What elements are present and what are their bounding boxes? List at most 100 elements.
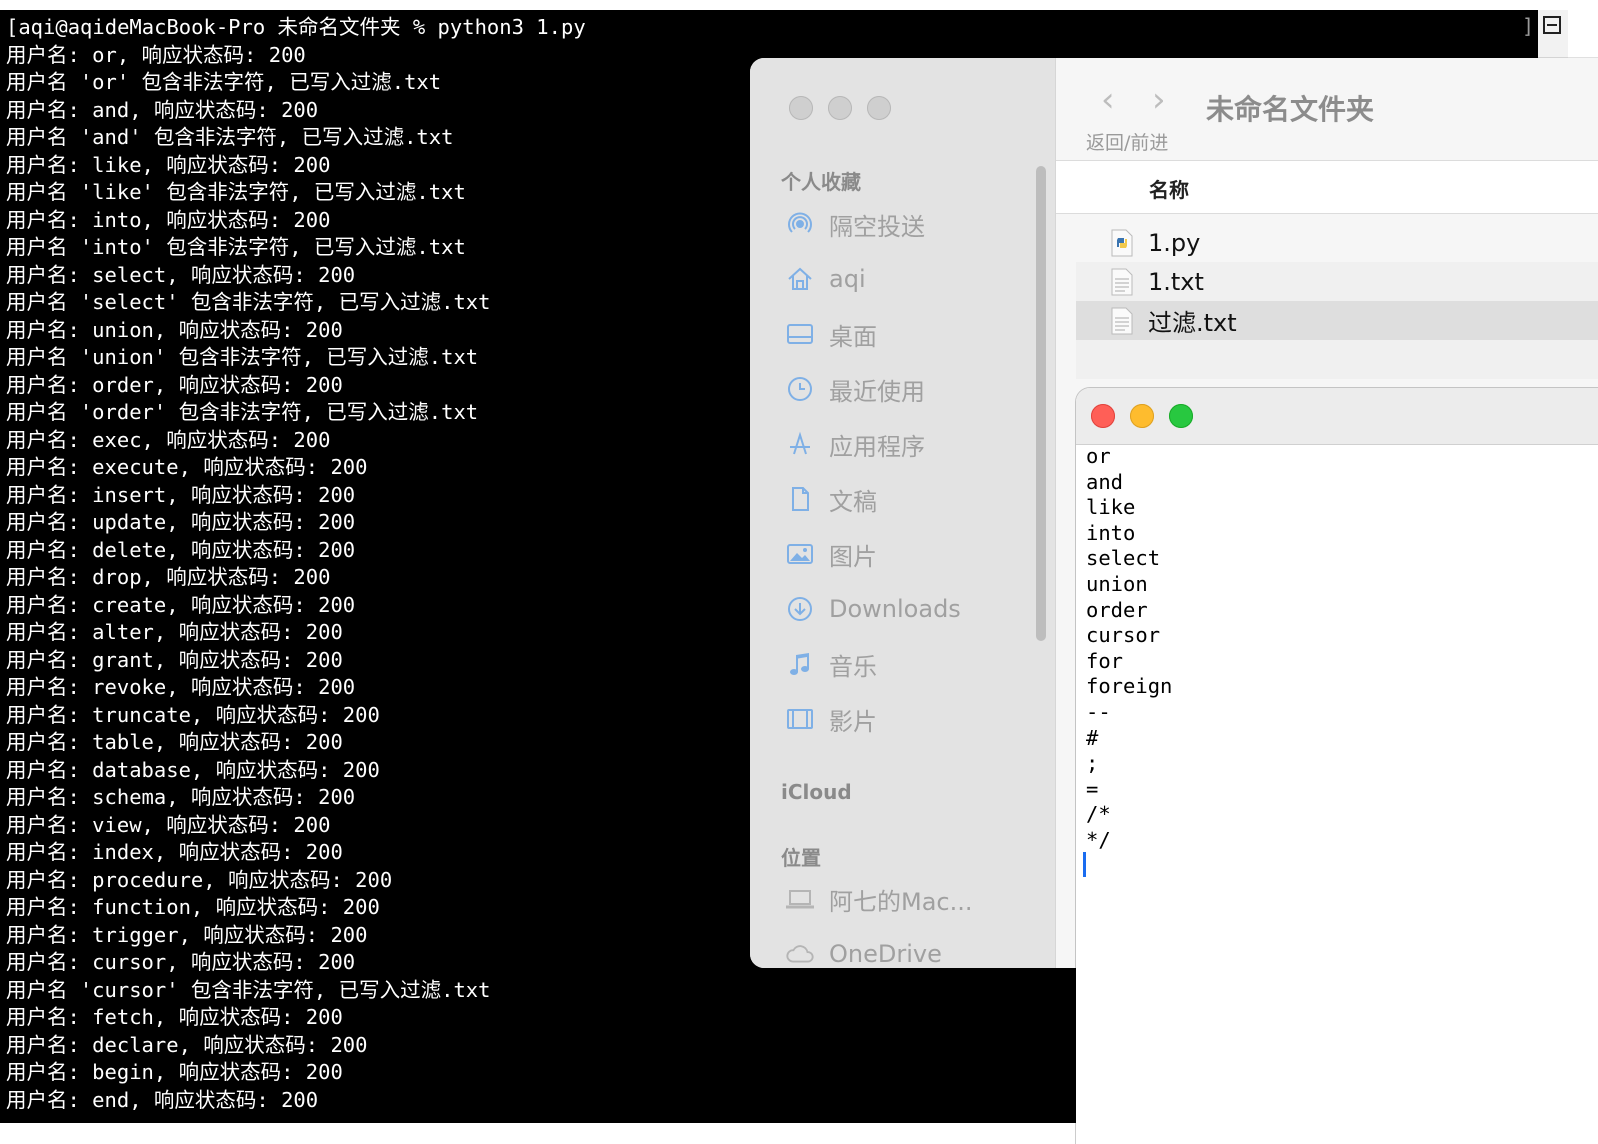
sidebar-item-label: 最近使用 [829, 377, 925, 406]
terminal-line: 用户名 'or' 包含非法字符, 已写入过滤.txt [6, 70, 442, 94]
text-line: # [1086, 725, 1099, 750]
file-row[interactable]: 1.txt [1076, 262, 1598, 301]
terminal-line: 用户名: begin, 响应状态码: 200 [6, 1060, 343, 1084]
terminal-line: 用户名: index, 响应状态码: 200 [6, 840, 343, 864]
terminal-line: 用户名: declare, 响应状态码: 200 [6, 1032, 368, 1057]
sidebar-item-label: 应用程序 [829, 432, 925, 461]
terminal-line: [aqi@aqideMacBook-Pro 未命名文件夹 % python3 1… [6, 15, 586, 39]
text-line: /* [1086, 802, 1111, 827]
sidebar-header-icloud: iCloud [781, 780, 852, 804]
finder-sidebar: 个人收藏 隔空投送 aqi 桌面 最近使用 应用程序 文稿 图片 Downloa… [750, 58, 1055, 968]
terminal-line: 用户名: into, 响应状态码: 200 [6, 207, 331, 232]
text-line: for [1086, 648, 1124, 673]
terminal-line: 用户名: and, 响应状态码: 200 [6, 97, 319, 122]
desktop-icon [785, 319, 815, 349]
file-list: 1.py 1.txt 过滤.txt [1076, 223, 1598, 379]
sidebar-item-movies[interactable]: 影片 [785, 699, 877, 739]
text-cursor [1083, 852, 1086, 877]
clock-icon [785, 374, 815, 404]
terminal-line: 用户名 'and' 包含非法字符, 已写入过滤.txt [6, 125, 454, 149]
music-icon [785, 649, 815, 679]
photo-icon [785, 539, 815, 569]
text-line: = [1086, 776, 1099, 801]
file-name: 1.py [1148, 228, 1201, 257]
applications-icon [785, 429, 815, 459]
sidebar-item-label: 图片 [829, 542, 877, 571]
text-line: foreign [1086, 674, 1173, 699]
python-file-icon [1110, 229, 1134, 257]
laptop-icon [785, 884, 815, 914]
download-icon [785, 594, 815, 624]
sidebar-item-applications[interactable]: 应用程序 [785, 424, 925, 464]
sidebar-item-airdrop[interactable]: 隔空投送 [785, 204, 925, 244]
terminal-line: 用户名: view, 响应状态码: 200 [6, 812, 331, 837]
finder-zoom-button[interactable] [867, 96, 891, 120]
finder-minimize-button[interactable] [828, 96, 852, 120]
sidebar-item-label: Downloads [829, 595, 961, 623]
column-header-name[interactable]: 名称 [1149, 174, 1189, 203]
terminal-line: 用户名: select, 响应状态码: 200 [6, 262, 356, 287]
sidebar-item-desktop[interactable]: 桌面 [785, 314, 877, 354]
terminal-line: 用户名: grant, 响应状态码: 200 [6, 647, 343, 672]
airdrop-icon [785, 209, 815, 239]
terminal-line: 用户名 'union' 包含非法字符, 已写入过滤.txt [6, 345, 479, 369]
scroll-marker-icon [1543, 16, 1561, 34]
nav-caption: 返回/前进 [1086, 132, 1169, 154]
file-name: 过滤.txt [1148, 309, 1237, 337]
sidebar-item-label: 文稿 [829, 487, 877, 516]
sidebar-item-label: 隔空投送 [829, 212, 925, 241]
file-row[interactable]: 1.py [1076, 223, 1598, 262]
forward-button[interactable]: › [1152, 80, 1166, 120]
terminal-line: 用户名: or, 响应状态码: 200 [6, 42, 306, 67]
text-line: select [1086, 546, 1161, 571]
terminal-line: 用户名 'cursor' 包含非法字符, 已写入过滤.txt [6, 977, 491, 1002]
terminal-line: 用户名: execute, 响应状态码: 200 [6, 455, 368, 479]
file-row-selected[interactable]: 过滤.txt [1076, 301, 1598, 340]
text-line: */ [1086, 827, 1111, 852]
sidebar-item-pictures[interactable]: 图片 [785, 534, 877, 574]
terminal-line: 用户名: union, 响应状态码: 200 [6, 317, 343, 342]
cloud-icon [785, 939, 815, 968]
terminal-line: 用户名: order, 响应状态码: 200 [6, 372, 343, 397]
sidebar-item-onedrive[interactable]: OneDrive [785, 934, 942, 968]
text-line: ; [1086, 751, 1099, 776]
terminal-line: 用户名: schema, 响应状态码: 200 [6, 785, 356, 809]
sidebar-header-favorites: 个人收藏 [781, 170, 861, 194]
text-line: like [1086, 495, 1136, 520]
terminal-line: 用户名: insert, 响应状态码: 200 [6, 482, 356, 507]
terminal-line: 用户名: like, 响应状态码: 200 [6, 152, 331, 177]
finder-close-button[interactable] [789, 96, 813, 120]
terminal-line: 用户名: table, 响应状态码: 200 [6, 730, 343, 754]
terminal-line: 用户名 'select' 包含非法字符, 已写入过滤.txt [6, 290, 491, 314]
text-file-icon [1110, 307, 1134, 335]
terminal-line: 用户名: drop, 响应状态码: 200 [6, 565, 331, 589]
sidebar-item-label: 桌面 [829, 322, 877, 351]
sidebar-item-music[interactable]: 音乐 [785, 644, 877, 684]
close-button[interactable] [1091, 404, 1115, 428]
sidebar-item-label: 影片 [829, 707, 877, 736]
text-line: order [1086, 597, 1148, 622]
sidebar-scrollbar[interactable] [1036, 166, 1046, 641]
sidebar-item-label: aqi [829, 265, 866, 293]
textedit-titlebar[interactable] [1076, 388, 1598, 445]
terminal-line: 用户名 'into' 包含非法字符, 已写入过滤.txt [6, 235, 466, 259]
sidebar-item-downloads[interactable]: Downloads [785, 589, 961, 629]
text-line: union [1086, 571, 1148, 596]
terminal-line: 用户名: alter, 响应状态码: 200 [6, 620, 343, 644]
sidebar-item-recents[interactable]: 最近使用 [785, 369, 925, 409]
terminal-scroll-bracket: ] [1521, 14, 1534, 38]
terminal-line: 用户名: fetch, 响应状态码: 200 [6, 1005, 343, 1029]
sidebar-item-mac[interactable]: 阿七的Mac... [785, 879, 973, 919]
text-editor-content[interactable]: or and like into select union order curs… [1086, 444, 1172, 854]
textedit-window[interactable]: or and like into select union order curs… [1076, 388, 1598, 1144]
sidebar-item-home[interactable]: aqi [785, 259, 866, 299]
window-title: 未命名文件夹 [1206, 93, 1375, 126]
minimize-button[interactable] [1130, 404, 1154, 428]
back-button[interactable]: ‹ [1101, 80, 1115, 120]
sidebar-item-documents[interactable]: 文稿 [785, 479, 877, 519]
terminal-line: 用户名: exec, 响应状态码: 200 [6, 427, 331, 452]
column-header[interactable]: 名称 [1056, 160, 1598, 214]
document-icon [785, 484, 815, 514]
zoom-button[interactable] [1169, 404, 1193, 428]
text-file-icon [1110, 268, 1134, 296]
